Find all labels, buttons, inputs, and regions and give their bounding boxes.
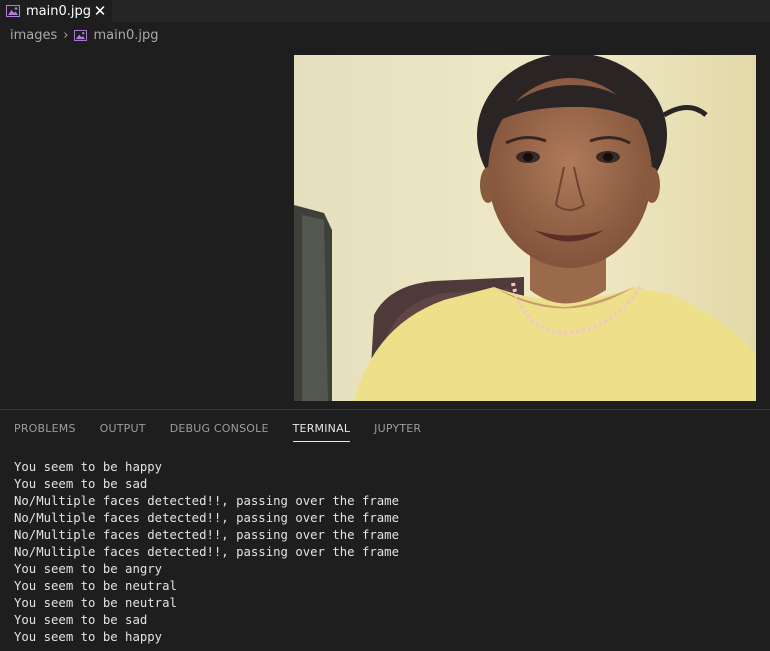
panel-tab-bar: PROBLEMS OUTPUT DEBUG CONSOLE TERMINAL J… xyxy=(14,422,445,446)
tab-debug-console[interactable]: DEBUG CONSOLE xyxy=(170,422,269,441)
breadcrumb-file[interactable]: main0.jpg xyxy=(93,28,158,43)
terminal-line: You seem to be happy xyxy=(14,630,163,644)
terminal-line: You seem to be happy xyxy=(14,460,163,474)
terminal-line: You seem to be neutral xyxy=(14,579,177,593)
terminal-line: No/Multiple faces detected!!, passing ov… xyxy=(14,511,399,525)
terminal-line: You seem to be angry xyxy=(14,562,163,576)
editor-tab-bar: main0.jpg ✕ xyxy=(0,0,770,22)
image-file-icon xyxy=(6,5,20,17)
terminal-line: You seem to be sad xyxy=(14,613,148,627)
tab-output[interactable]: OUTPUT xyxy=(100,422,146,441)
breadcrumb-folder[interactable]: images xyxy=(10,28,57,43)
image-file-icon xyxy=(74,29,88,41)
terminal-line: You seem to be neutral xyxy=(14,596,177,610)
bottom-panel: PROBLEMS OUTPUT DEBUG CONSOLE TERMINAL J… xyxy=(0,409,770,651)
photo-preview xyxy=(294,55,756,401)
tab-terminal[interactable]: TERMINAL xyxy=(292,422,351,442)
tab-label: main0.jpg xyxy=(26,3,91,19)
tab-problems[interactable]: PROBLEMS xyxy=(14,422,76,441)
terminal-line: No/Multiple faces detected!!, passing ov… xyxy=(14,528,399,542)
terminal-line: No/Multiple faces detected!!, passing ov… xyxy=(14,545,399,559)
chevron-right-icon: › xyxy=(63,27,69,43)
tab-jupyter[interactable]: JUPYTER xyxy=(374,422,421,441)
breadcrumb: images › main0.jpg xyxy=(10,25,158,45)
close-icon[interactable]: ✕ xyxy=(92,0,108,22)
image-preview xyxy=(294,55,756,401)
terminal-line: No/Multiple faces detected!!, passing ov… xyxy=(14,494,399,508)
terminal-line: You seem to be sad xyxy=(14,477,148,491)
terminal-output[interactable]: You seem to be happy You seem to be sad … xyxy=(14,459,754,646)
